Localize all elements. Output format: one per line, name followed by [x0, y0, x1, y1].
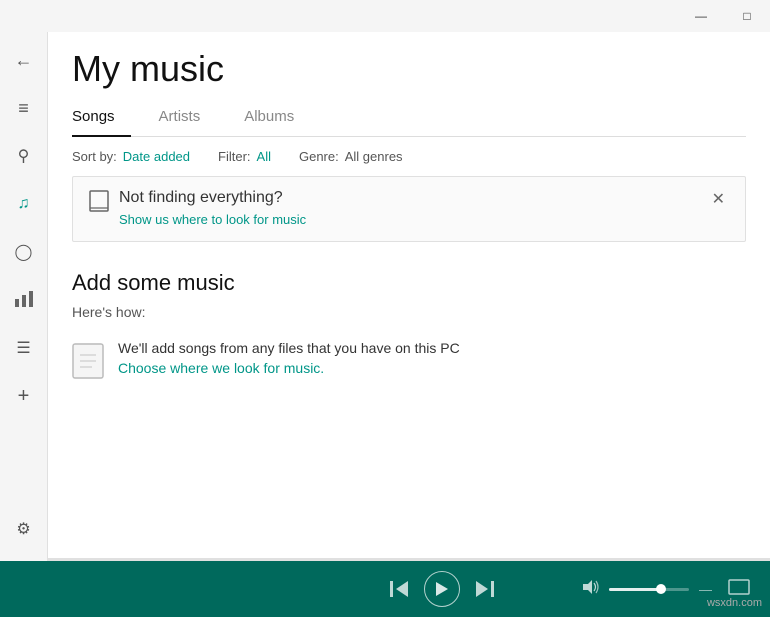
back-icon: ← [15, 50, 33, 71]
filter-value[interactable]: All [257, 149, 271, 164]
add-music-desc-container: We'll add songs from any files that you … [118, 340, 460, 378]
settings-icon: ⚙ [16, 519, 30, 539]
notice-content: Not finding everything? Show us where to… [89, 189, 306, 229]
menu-icon: ≡ [18, 98, 29, 119]
main-scroll: Sort by: Date added Filter: All Genre: A… [48, 137, 770, 561]
previous-button[interactable] [390, 581, 408, 597]
notice-banner: Not finding everything? Show us where to… [72, 176, 746, 242]
clock-icon: ◯ [15, 242, 33, 262]
maximize-button[interactable]: □ [724, 0, 770, 32]
filter-bar: Sort by: Date added Filter: All Genre: A… [48, 137, 770, 176]
sidebar-item-add[interactable]: + [0, 372, 48, 420]
page-header: My music Songs Artists Albums [48, 32, 770, 137]
filter-label: Filter: [218, 149, 251, 164]
player-bar: — [0, 561, 770, 617]
volume-thumb [656, 584, 666, 594]
tablet-icon [89, 190, 109, 217]
sidebar-item-back[interactable]: ← [0, 36, 48, 84]
volume-fill [609, 588, 661, 591]
sidebar-item-search[interactable]: ⚲ [0, 132, 48, 180]
genre-label: Genre: [299, 149, 339, 164]
watermark: wsxdn.com [707, 597, 762, 609]
notice-close-button[interactable]: ✕ [708, 189, 729, 209]
search-icon: ⚲ [18, 146, 30, 166]
player-controls [302, 571, 584, 607]
add-music-link[interactable]: Choose where we look for music. [118, 360, 324, 376]
music-note-icon: ♫ [18, 195, 30, 213]
notice-title: Not finding everything? [119, 189, 306, 207]
notice-link[interactable]: Show us where to look for music [119, 212, 306, 227]
music-folder-icon [72, 342, 104, 380]
add-music-subtitle: Here's how: [72, 304, 746, 320]
title-bar: — □ [0, 0, 770, 32]
play-button[interactable] [424, 571, 460, 607]
tabs: Songs Artists Albums [72, 98, 746, 137]
genre-value[interactable]: All genres [345, 149, 403, 164]
add-music-description: We'll add songs from any files that you … [118, 340, 460, 356]
tab-songs[interactable]: Songs [72, 98, 131, 137]
page-title: My music [72, 48, 746, 90]
notice-text: Not finding everything? Show us where to… [119, 189, 306, 229]
tab-artists[interactable]: Artists [143, 98, 217, 137]
app-body: ← ≡ ⚲ ♫ ◯ ☰ + ⚙ My music [0, 32, 770, 561]
add-icon: + [18, 385, 30, 408]
progress-bar-container [48, 558, 770, 561]
sidebar-item-menu[interactable]: ≡ [0, 84, 48, 132]
sidebar-item-recent[interactable]: ◯ [0, 228, 48, 276]
next-button[interactable] [476, 581, 494, 597]
add-music-item: We'll add songs from any files that you … [72, 340, 746, 380]
sidebar-item-settings[interactable]: ⚙ [0, 505, 48, 553]
sidebar-item-charts[interactable] [0, 276, 48, 324]
add-music-section: Add some music Here's how: We'll add [48, 242, 770, 408]
queue-icon: ☰ [16, 338, 30, 358]
tab-albums[interactable]: Albums [228, 98, 310, 137]
sidebar-item-music[interactable]: ♫ [0, 180, 48, 228]
volume-max-icon: — [699, 582, 712, 597]
minimize-button[interactable]: — [678, 0, 724, 32]
sidebar: ← ≡ ⚲ ♫ ◯ ☰ + ⚙ [0, 32, 48, 561]
charts-icon [15, 291, 33, 310]
sort-by-value[interactable]: Date added [123, 149, 190, 164]
volume-track[interactable] [609, 588, 689, 591]
add-music-title: Add some music [72, 270, 746, 296]
volume-icon [583, 580, 601, 598]
sidebar-item-queue[interactable]: ☰ [0, 324, 48, 372]
main-content: My music Songs Artists Albums Sort by: D… [48, 32, 770, 561]
sort-by-label: Sort by: [72, 149, 117, 164]
